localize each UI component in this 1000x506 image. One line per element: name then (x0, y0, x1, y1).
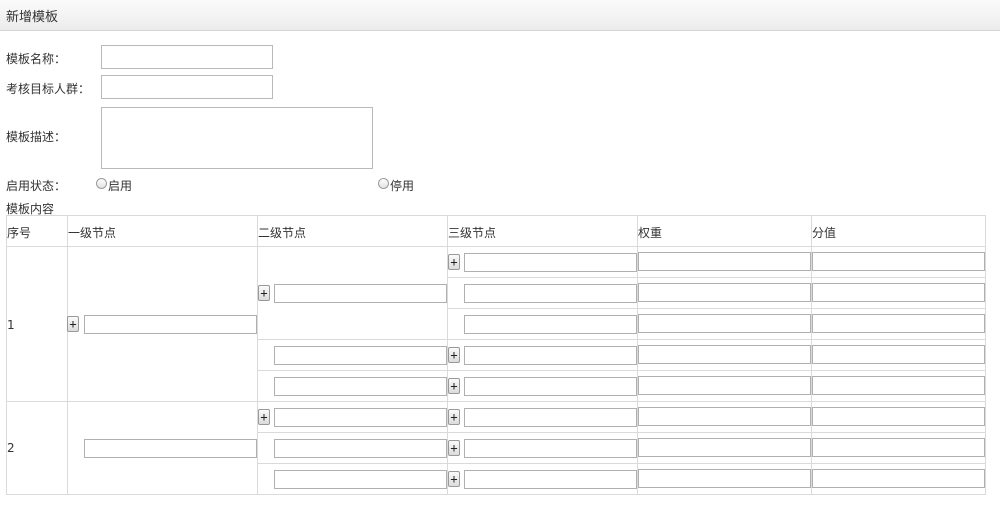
l3-divider-b (447, 308, 986, 309)
row-2-l2a-l3-input[interactable] (464, 408, 637, 427)
col-header-level1: 一级节点 (68, 226, 117, 240)
col-header-level2: 二级节点 (258, 226, 307, 240)
status-disable-option[interactable]: 停用 (378, 177, 414, 194)
row-1-level1-add-button[interactable]: + (67, 316, 79, 332)
l2-divider-b (257, 370, 986, 371)
row-1-l3b-weight-input[interactable] (638, 283, 811, 302)
status-enable-text: 启用 (108, 179, 133, 193)
table-border-bottom (6, 494, 986, 495)
row-1-l2b-weight-input[interactable] (638, 345, 811, 364)
row-2-l2a-weight-input[interactable] (638, 407, 811, 426)
row-1-l2b-l3-add-button[interactable]: + (448, 347, 460, 363)
col-header-weight: 权重 (638, 226, 663, 240)
row-1-level1-input[interactable] (84, 315, 257, 334)
row-2-l2a-score-input[interactable] (812, 407, 985, 426)
target-group-input[interactable] (101, 75, 273, 99)
row-1-l2c-weight-input[interactable] (638, 376, 811, 395)
col-header-level3: 三级节点 (448, 226, 497, 240)
row-1-l3c-weight-input[interactable] (638, 314, 811, 333)
row-1-l2b-score-input[interactable] (812, 345, 985, 364)
status-enable-radio[interactable] (96, 178, 107, 189)
row-1-l3b-score-input[interactable] (812, 283, 985, 302)
row-2-l2b-weight-input[interactable] (638, 438, 811, 457)
row-1-l3b-input[interactable] (464, 284, 637, 303)
row-2-seq: 2 (7, 441, 15, 455)
row-divider-1-2 (6, 401, 986, 402)
row-1-l2c-input[interactable] (274, 377, 447, 396)
row-1-l2b-l3-input[interactable] (464, 346, 637, 365)
template-name-input[interactable] (101, 45, 273, 69)
page-title: 新增模板 (6, 10, 59, 25)
template-name-label: 模板名称： (6, 52, 67, 66)
row-1-seq: 1 (7, 318, 15, 332)
table-border-top (6, 215, 986, 216)
table-header-divider (6, 246, 986, 247)
col-divider-1 (67, 215, 68, 495)
row-2-l2a-add-button[interactable]: + (258, 409, 270, 425)
status-label: 启用状态： (6, 179, 67, 193)
template-desc-textarea[interactable] (101, 107, 373, 169)
row-1-l2b-input[interactable] (274, 346, 447, 365)
row-1-l3a-weight-input[interactable] (638, 252, 811, 271)
row-2-l2c-input[interactable] (274, 470, 447, 489)
row-2-l2c-l3-add-button[interactable]: + (448, 471, 460, 487)
l3-divider-a (447, 277, 986, 278)
target-group-label: 考核目标人群： (6, 82, 91, 96)
row-2-l2b-input[interactable] (274, 439, 447, 458)
row-2-l2a-l3-add-button[interactable]: + (448, 409, 460, 425)
row-1-l3c-score-input[interactable] (812, 314, 985, 333)
row-1-l2c-score-input[interactable] (812, 376, 985, 395)
row-1-l2a-l3-add-button[interactable]: + (448, 254, 460, 270)
row-1-l2a-add-button[interactable]: + (258, 285, 270, 301)
row-1-l2c-l3-add-button[interactable]: + (448, 378, 460, 394)
col-header-score: 分值 (812, 226, 837, 240)
status-disable-radio[interactable] (378, 178, 389, 189)
row-1-l3c-input[interactable] (464, 315, 637, 334)
row-1-l3a-score-input[interactable] (812, 252, 985, 271)
status-disable-text: 停用 (390, 179, 415, 193)
row-2-l2c-l3-input[interactable] (464, 470, 637, 489)
row-2-l2b-l3-add-button[interactable]: + (448, 440, 460, 456)
row-2-l2c-score-input[interactable] (812, 469, 985, 488)
table-border-right (985, 215, 986, 495)
l2-divider-c (257, 432, 986, 433)
row-2-l2b-l3-input[interactable] (464, 439, 637, 458)
row-2-l2c-weight-input[interactable] (638, 469, 811, 488)
row-2-l2b-score-input[interactable] (812, 438, 985, 457)
col-header-seq: 序号 (7, 226, 32, 240)
l2-divider-d (257, 463, 986, 464)
row-1-l2a-input[interactable] (274, 284, 447, 303)
page-header: 新增模板 (0, 0, 1000, 31)
col-divider-2 (257, 215, 258, 495)
l2-divider-a (257, 339, 986, 340)
row-2-level1-input[interactable] (84, 439, 257, 458)
row-2-l2a-input[interactable] (274, 408, 447, 427)
status-enable-option[interactable]: 启用 (96, 177, 132, 194)
row-1-l2c-l3-input[interactable] (464, 377, 637, 396)
template-desc-label: 模板描述： (6, 130, 67, 144)
row-1-l3a-input[interactable] (464, 253, 637, 272)
